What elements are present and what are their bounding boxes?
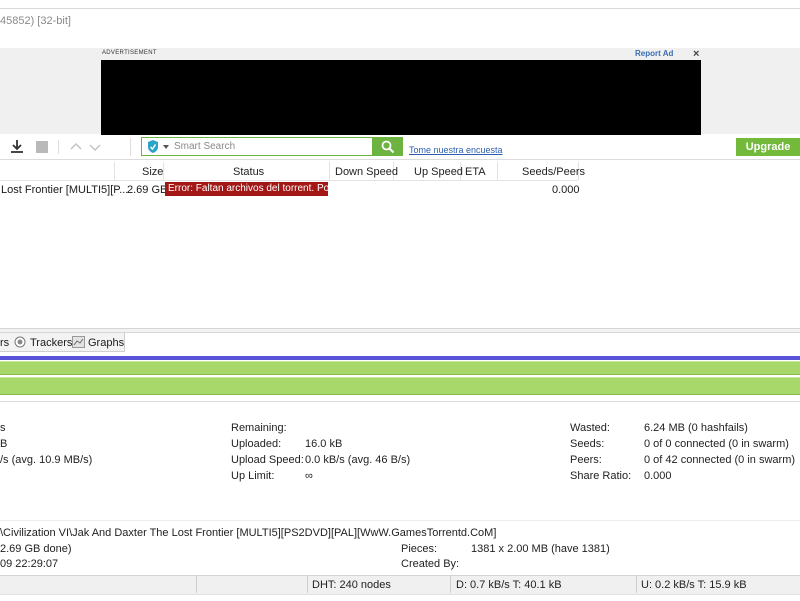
up-limit-label: Up Limit:: [231, 470, 275, 482]
column-header-up-speed[interactable]: Up Speed: [414, 166, 463, 178]
column-header-eta[interactable]: ETA: [465, 166, 486, 178]
pieces-value: 1381 x 2.00 MB (have 1381): [471, 543, 610, 555]
column-divider[interactable]: [497, 162, 498, 180]
tab-graphs[interactable]: Graphs: [88, 337, 124, 349]
availability-bar: [0, 356, 800, 360]
toolbar-separator: [58, 140, 59, 154]
section-divider: [0, 401, 800, 402]
wasted-label: Wasted:: [570, 422, 610, 434]
search-placeholder[interactable]: Smart Search: [174, 141, 235, 152]
pieces-label: Pieces:: [401, 543, 438, 555]
torrent-name[interactable]: Lost Frontier [MULTI5][P...: [1, 184, 128, 196]
column-header-down-speed[interactable]: Down Speed: [335, 166, 398, 178]
torrent-status-error: Error: Faltan archivos del torrent. Por …: [165, 182, 328, 196]
column-divider[interactable]: [114, 162, 115, 180]
upgrade-button[interactable]: Upgrade: [736, 138, 800, 156]
upload-speed-label: Upload Speed:: [231, 454, 304, 466]
uploaded-label: Uploaded:: [231, 438, 282, 450]
search-provider-icon[interactable]: [146, 139, 160, 157]
status-separator: [307, 576, 308, 593]
download-icon[interactable]: [9, 139, 25, 155]
availability-pieces-bar: [0, 377, 800, 395]
move-down-icon[interactable]: [87, 139, 103, 155]
survey-link[interactable]: Tome nuestra encuesta: [409, 145, 503, 155]
tab-peers-partial[interactable]: rs: [0, 337, 9, 349]
torrent-size: 2.69 GB: [127, 184, 168, 196]
smart-search-box[interactable]: Smart Search: [141, 137, 373, 156]
save-path-value: \Civilization VI\Jak And Daxter The Lost…: [0, 527, 497, 539]
wasted-value: 6.24 MB (0 hashfails): [644, 422, 748, 434]
created-on-value: 09 22:29:07: [0, 558, 59, 570]
dht-status[interactable]: DHT: 240 nodes: [312, 579, 391, 591]
status-separator: [636, 576, 637, 593]
status-separator: [450, 576, 451, 593]
upload-rate-status[interactable]: U: 0.2 kB/s T: 15.9 kB: [641, 579, 747, 591]
uploaded-value: 16.0 kB: [305, 438, 343, 450]
toolbar-separator: [130, 138, 131, 156]
created-by-label: Created By:: [401, 558, 460, 570]
column-header-seeds-peers[interactable]: Seeds/Peers: [522, 166, 585, 178]
section-divider: [0, 520, 800, 521]
graphs-icon: [72, 336, 85, 351]
download-rate-status[interactable]: D: 0.7 kB/s T: 40.1 kB: [456, 579, 562, 591]
torrent-seeds-peers: 0.000: [552, 184, 580, 196]
share-ratio-label: Share Ratio:: [570, 470, 632, 482]
remaining-label: Remaining:: [231, 422, 287, 434]
torrent-list-header: [0, 162, 578, 181]
report-ad-link[interactable]: Report Ad: [635, 49, 673, 58]
total-size-value: 2.69 GB done): [0, 543, 72, 555]
downloaded-pieces-bar: [0, 361, 800, 375]
search-provider-dropdown-icon[interactable]: [162, 142, 170, 154]
ad-close-icon[interactable]: ×: [693, 48, 699, 60]
stop-icon[interactable]: [34, 139, 50, 155]
transfer-left-line-3: /s (avg. 10.9 MB/s): [0, 454, 93, 466]
seeds-label: Seeds:: [570, 438, 605, 450]
column-header-size[interactable]: Size: [142, 166, 163, 178]
move-up-icon[interactable]: [68, 139, 84, 155]
peers-label: Peers:: [570, 454, 602, 466]
upload-speed-value: 0.0 kB/s (avg. 46 B/s): [305, 454, 411, 466]
ad-label: ADVERTISEMENT: [102, 50, 157, 56]
window-title: 45852) [32-bit]: [0, 15, 71, 27]
transfer-left-line-1: s: [0, 422, 6, 434]
trackers-icon: [14, 336, 26, 351]
transfer-left-line-2: B: [0, 438, 8, 450]
share-ratio-value: 0.000: [644, 470, 672, 482]
tab-trackers[interactable]: Trackers: [30, 337, 72, 349]
seeds-value: 0 of 0 connected (0 in swarm): [644, 438, 789, 450]
search-button[interactable]: [373, 137, 403, 156]
title-bar-edge: [0, 0, 800, 9]
column-divider[interactable]: [329, 162, 330, 180]
peers-value: 0 of 42 connected (0 in swarm): [644, 454, 796, 466]
status-separator: [196, 576, 197, 593]
column-header-status[interactable]: Status: [233, 166, 264, 178]
ad-banner[interactable]: [101, 60, 701, 135]
up-limit-value: ∞: [305, 470, 313, 482]
